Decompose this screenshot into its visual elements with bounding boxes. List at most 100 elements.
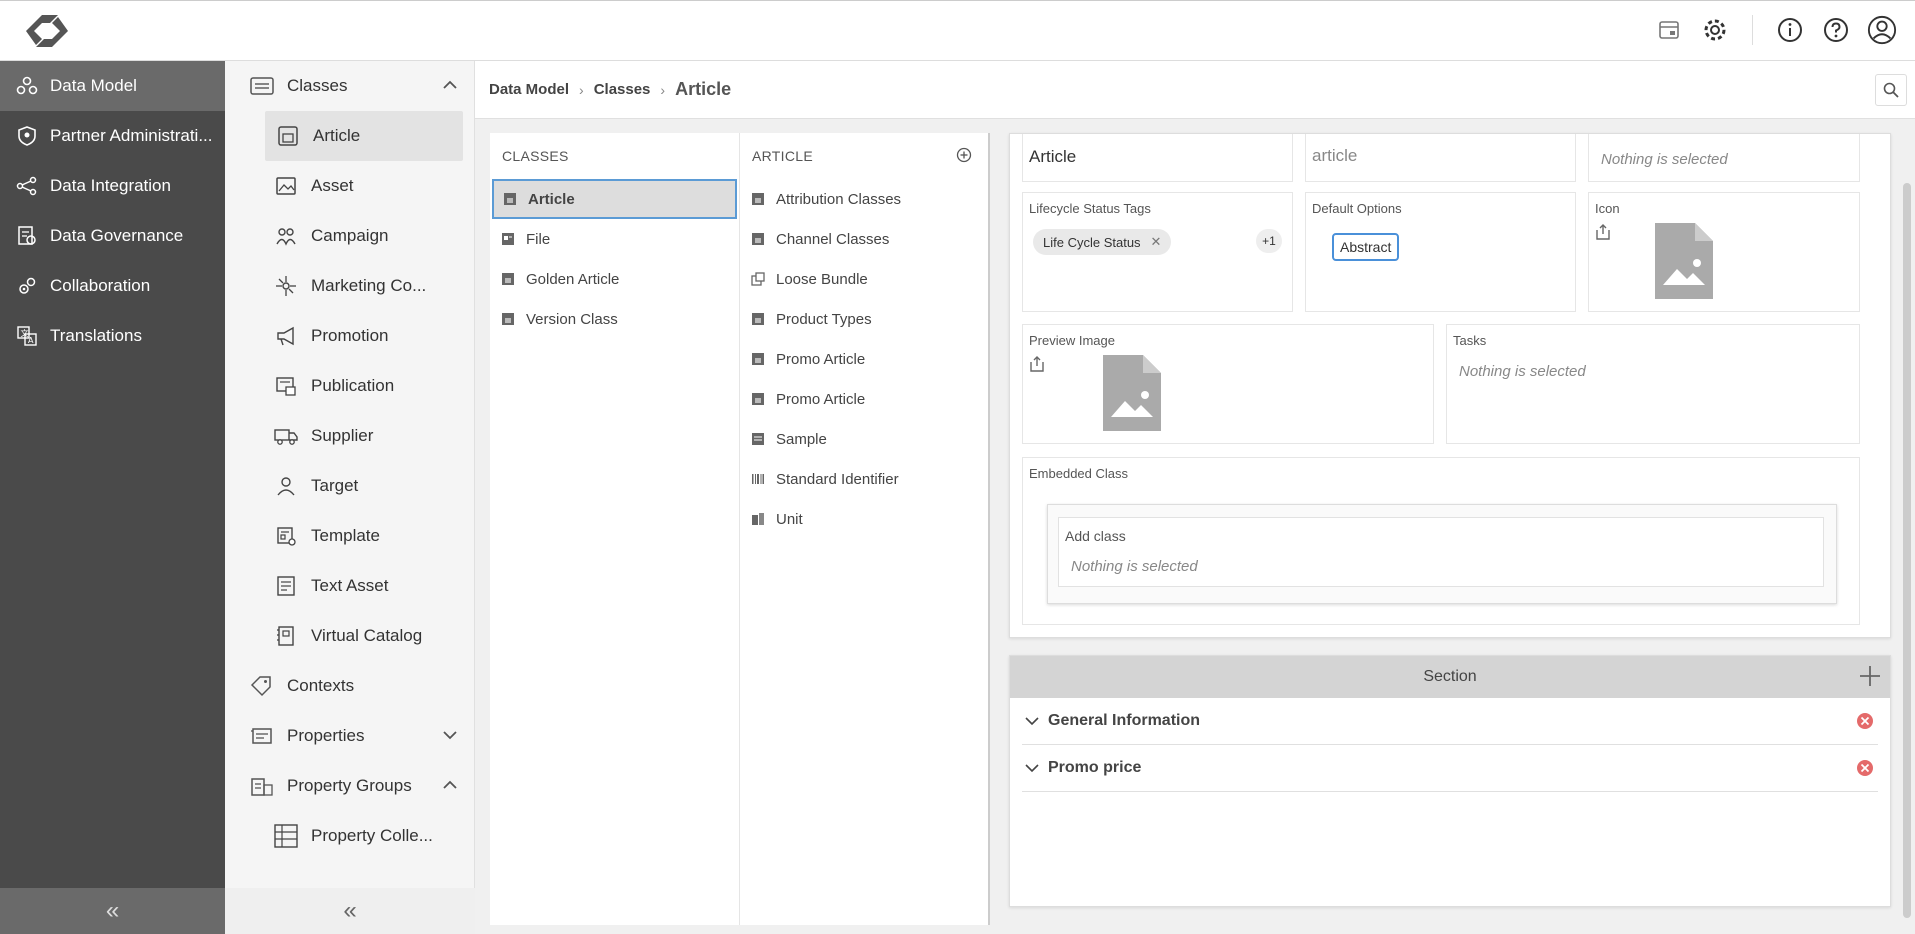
add-class-select[interactable]: Add class Nothing is selected: [1058, 517, 1824, 587]
asset-icon: [273, 173, 299, 199]
subclass-item-label: Loose Bundle: [776, 270, 868, 288]
section-row-label: Promo price: [1048, 759, 1142, 776]
subnav-item-label: Promotion: [311, 326, 389, 345]
icon-label: Icon: [1595, 201, 1620, 216]
upload-icon[interactable]: [1595, 223, 1611, 246]
subclass-item-sample[interactable]: Sample: [740, 419, 988, 459]
nav-item-translations[interactable]: 文A Translations: [0, 311, 225, 361]
chevron-down-icon[interactable]: [1024, 713, 1040, 729]
barcode-icon: [750, 471, 766, 487]
image-placeholder-icon: [1655, 223, 1713, 304]
marketing-icon: [273, 273, 299, 299]
scrollbar-thumb[interactable]: [1903, 183, 1911, 918]
subnav-item-label: Virtual Catalog: [311, 626, 423, 645]
subnav-item-publication[interactable]: Publication: [225, 361, 474, 411]
info-icon[interactable]: [1775, 15, 1805, 45]
chevron-up-icon[interactable]: [442, 77, 458, 98]
subnav-classes-header[interactable]: Classes: [225, 61, 474, 111]
more-tags-badge[interactable]: +1: [1256, 229, 1282, 253]
breadcrumb-item-data-model[interactable]: Data Model: [489, 81, 569, 98]
tasks-field[interactable]: Tasks Nothing is selected: [1446, 324, 1860, 444]
subnav-item-asset[interactable]: Asset: [225, 161, 474, 211]
subnav-item-virtual-catalog[interactable]: Virtual Catalog: [225, 611, 474, 661]
subclass-item-standard-identifier[interactable]: Standard Identifier: [740, 459, 988, 499]
search-button[interactable]: [1875, 74, 1907, 106]
nav-item-data-integration[interactable]: Data Integration: [0, 161, 225, 211]
help-icon[interactable]: [1821, 15, 1851, 45]
breadcrumb-item-classes[interactable]: Classes: [594, 81, 651, 98]
subnav-item-target[interactable]: Target: [225, 461, 474, 511]
add-section-icon[interactable]: [1858, 664, 1882, 693]
delete-icon[interactable]: [1856, 759, 1874, 782]
chip-remove-icon[interactable]: ✕: [1151, 234, 1162, 250]
class-item-file[interactable]: File: [490, 219, 739, 259]
subclass-item-loose-bundle[interactable]: Loose Bundle: [740, 259, 988, 299]
subnav-item-marketing-collateral[interactable]: Marketing Co...: [225, 261, 474, 311]
subnav-item-label: Target: [311, 476, 359, 495]
add-class-placeholder: Nothing is selected: [1071, 558, 1198, 575]
section-row-promo-price[interactable]: Promo price: [1022, 745, 1878, 792]
subnav-property-groups-header[interactable]: Property Groups: [225, 761, 474, 811]
campaign-icon: [273, 223, 299, 249]
main-nav-collapse-button[interactable]: «: [0, 888, 225, 934]
gear-icon[interactable]: [1700, 15, 1730, 45]
lifecycle-status-tags-field[interactable]: Lifecycle Status Tags Life Cycle Status …: [1022, 192, 1293, 312]
subnav-item-promotion[interactable]: Promotion: [225, 311, 474, 361]
article-icon: [750, 391, 766, 407]
abstract-option-button[interactable]: Abstract: [1332, 233, 1400, 261]
chevron-down-icon[interactable]: [442, 727, 458, 748]
subnav-item-campaign[interactable]: Campaign: [225, 211, 474, 261]
subnav-item-template[interactable]: Template: [225, 511, 474, 561]
class-item-article[interactable]: Article: [492, 179, 737, 219]
subclass-item-attribution-classes[interactable]: Attribution Classes: [740, 179, 988, 219]
class-item-golden-article[interactable]: Golden Article: [490, 259, 739, 299]
subclass-item-product-types[interactable]: Product Types: [740, 299, 988, 339]
subnav-item-label: Campaign: [311, 226, 389, 245]
subnav-item-text-asset[interactable]: Text Asset: [225, 561, 474, 611]
chevron-down-icon[interactable]: [1024, 760, 1040, 776]
nav-item-data-governance[interactable]: Data Governance: [0, 211, 225, 261]
app-logo[interactable]: [24, 13, 70, 49]
subnav-item-article[interactable]: Article: [265, 111, 463, 161]
add-circle-icon[interactable]: [956, 147, 972, 166]
section-title: Section: [1423, 668, 1477, 685]
subnav-contexts-label: Contexts: [287, 676, 355, 695]
article-icon: [500, 311, 516, 327]
class-top-right-select[interactable]: Nothing is selected: [1588, 134, 1860, 182]
article-icon: [750, 311, 766, 327]
catalog-icon: [273, 623, 299, 649]
chevron-up-icon[interactable]: [442, 777, 458, 798]
subnav-contexts-header[interactable]: Contexts: [225, 661, 474, 711]
data-model-nav: Classes Article Asset Campaign Marketing…: [225, 61, 475, 934]
nav-label: Translations: [50, 326, 142, 345]
publication-icon: [273, 373, 299, 399]
nav-item-partner-administration[interactable]: Partner Administrati...: [0, 111, 225, 161]
subnav-properties-header[interactable]: Properties: [225, 711, 474, 761]
class-item-version-class[interactable]: Version Class: [490, 299, 739, 339]
subclass-item-promo-article[interactable]: Promo Article: [740, 339, 988, 379]
user-icon[interactable]: [1867, 15, 1897, 45]
subnav-item-property-collections[interactable]: Property Colle...: [225, 811, 474, 861]
lifecycle-status-chip[interactable]: Life Cycle Status ✕: [1033, 229, 1172, 255]
subnav-collapse-button[interactable]: «: [225, 888, 475, 934]
subclass-item-promo-article-2[interactable]: Promo Article: [740, 379, 988, 419]
subclass-item-unit[interactable]: Unit: [740, 499, 988, 539]
upload-icon[interactable]: [1029, 355, 1045, 378]
preview-image-field: Preview Image: [1022, 324, 1434, 444]
class-key-value: article: [1312, 146, 1358, 165]
subnav-item-supplier[interactable]: Supplier: [225, 411, 474, 461]
nav-item-collaboration[interactable]: Collaboration: [0, 261, 225, 311]
nav-item-data-model[interactable]: Data Model: [0, 61, 225, 111]
delete-icon[interactable]: [1856, 712, 1874, 735]
subnav-item-label: Marketing Co...: [311, 276, 427, 295]
subclass-item-label: Attribution Classes: [776, 190, 902, 208]
subclass-item-channel-classes[interactable]: Channel Classes: [740, 219, 988, 259]
embedded-class-card: Add class Nothing is selected: [1047, 504, 1837, 604]
class-name-field[interactable]: Article: [1022, 134, 1293, 182]
template-icon: [273, 523, 299, 549]
section-row-general-information[interactable]: General Information: [1022, 698, 1878, 745]
archive-icon[interactable]: [1654, 15, 1684, 45]
class-key-field[interactable]: article: [1305, 134, 1576, 182]
file-icon: [500, 231, 516, 247]
details-scrollbar[interactable]: [1901, 133, 1913, 923]
